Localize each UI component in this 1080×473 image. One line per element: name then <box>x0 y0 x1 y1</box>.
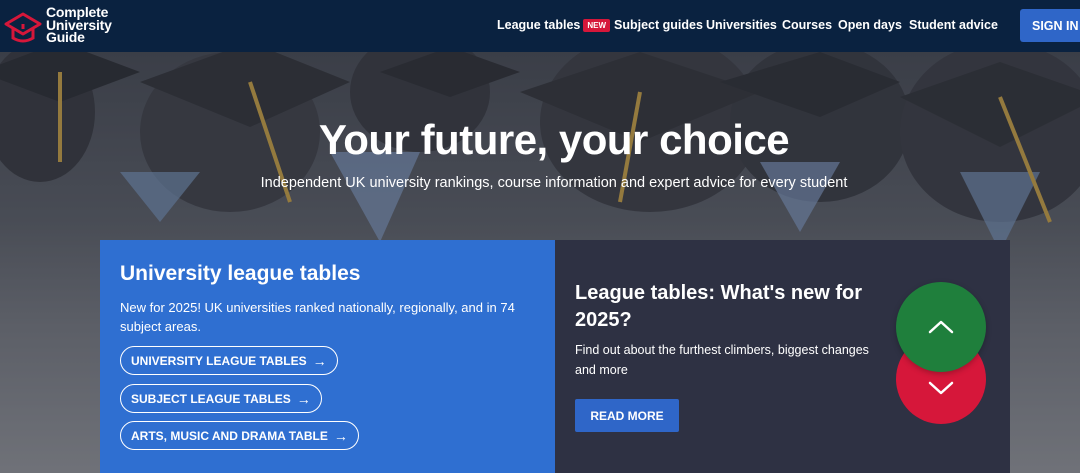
whats-new-card-description: Find out about the furthest climbers, bi… <box>575 343 869 377</box>
chevron-up-icon <box>928 320 954 334</box>
nav-universities[interactable]: Universities <box>706 18 777 32</box>
hero-subtitle: Independent UK university rankings, cour… <box>260 175 848 191</box>
arts-music-drama-table-label: ARTS, MUSIC AND DRAMA TABLE <box>131 428 328 443</box>
league-tables-card-title: University league tables <box>120 262 361 285</box>
nav-student-advice[interactable]: Student advice <box>909 18 998 32</box>
nav-open-days[interactable]: Open days <box>838 18 902 32</box>
whats-new-card: League tables: What's new for 2025? Find… <box>555 240 1010 473</box>
nav-courses[interactable]: Courses <box>782 18 832 32</box>
chevron-down-icon <box>928 381 954 395</box>
arrow-right-icon: → <box>296 390 311 407</box>
new-badge: NEW <box>583 19 611 32</box>
nav-league-tables-label: League tables <box>497 18 581 32</box>
arrow-right-icon: → <box>333 427 348 444</box>
site-header: Complete University Guide League tables N… <box>0 0 1080 52</box>
nav-subject-guides[interactable]: Subject guides <box>614 18 703 32</box>
arts-music-drama-table-link[interactable]: ARTS, MUSIC AND DRAMA TABLE → <box>120 421 359 450</box>
logo-wordmark: Complete University Guide <box>46 5 112 45</box>
up-circle <box>896 282 986 372</box>
subject-league-tables-label: SUBJECT LEAGUE TABLES <box>131 391 291 406</box>
whats-new-card-title: League tables: What's new for 2025? <box>575 282 863 331</box>
hero-title: Your future, your choice <box>318 116 790 163</box>
university-league-tables-link[interactable]: UNIVERSITY LEAGUE TABLES → <box>120 346 338 375</box>
logo-line-3: Guide <box>46 29 85 45</box>
nav-league-tables[interactable]: League tables NEW <box>497 18 611 32</box>
read-more-button[interactable]: READ MORE <box>575 399 679 432</box>
arrow-right-icon: → <box>312 352 327 369</box>
university-league-tables-label: UNIVERSITY LEAGUE TABLES <box>131 353 307 368</box>
subject-league-tables-link[interactable]: SUBJECT LEAGUE TABLES → <box>120 384 322 413</box>
site-logo[interactable]: Complete University Guide <box>4 5 134 46</box>
graduation-cap-icon <box>4 12 42 43</box>
sign-in-button[interactable]: SIGN IN <box>1020 9 1080 42</box>
league-tables-card-description: New for 2025! UK universities ranked nat… <box>120 300 515 334</box>
league-tables-card: University league tables New for 2025! U… <box>100 240 555 473</box>
